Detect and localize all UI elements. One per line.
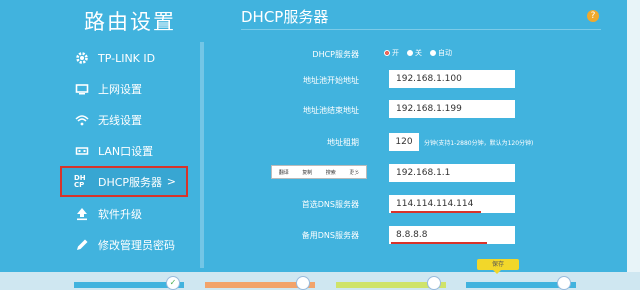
lease-label: 地址租期 (327, 138, 359, 147)
wifi-icon (74, 112, 90, 128)
sidebar-item-dhcp[interactable]: DH CP DHCP服务器 > (60, 166, 188, 197)
lan-icon (74, 143, 90, 159)
ctx-translate[interactable]: 翻译 (272, 169, 296, 176)
main-scrollbar[interactable] (627, 0, 640, 272)
lease-note: 分钟(支持1-2880分钟，默认为120分钟) (424, 140, 534, 147)
dhcp-server-radio-group: 开 关 自动 (384, 48, 460, 58)
pool-end-input[interactable]: 192.168.1.199 (389, 100, 515, 118)
router-settings-window: 路由设置 TP-LINK ID 上网设置 无线设置 LAN口设置 DH CP D… (0, 0, 640, 290)
gear-icon (74, 50, 90, 66)
help-icon[interactable]: ? (587, 10, 599, 22)
sidebar-item-label: TP-LINK ID (98, 51, 156, 65)
radio-label: 自动 (438, 49, 452, 57)
gateway-label: 网关 (343, 168, 359, 177)
radio-label: 开 (392, 49, 399, 57)
chevron-right-icon: > (166, 175, 176, 188)
upload-icon (74, 206, 90, 222)
sidebar-scrollbar[interactable] (200, 42, 204, 268)
sidebar-title: 路由设置 (84, 10, 176, 34)
dhcp-server-label: DHCP服务器 (312, 50, 359, 59)
sidebar-item-label: 上网设置 (98, 83, 142, 96)
radio-auto[interactable]: 自动 (430, 48, 452, 58)
sidebar-item-label: LAN口设置 (98, 145, 154, 158)
sidebar-item-label: 修改管理员密码 (98, 239, 175, 252)
dhcp-panel: DHCP服务器 ? DHCP服务器 开 关 自动 地址池开始地址 192.168… (207, 0, 627, 274)
gateway-input[interactable]: 192.168.1.1 (389, 164, 515, 182)
save-caret-icon (493, 270, 501, 274)
pencil-icon (74, 237, 90, 253)
sidebar: 路由设置 TP-LINK ID 上网设置 无线设置 LAN口设置 DH CP D… (0, 0, 207, 272)
radio-off[interactable]: 关 (407, 48, 422, 58)
annotation-underline (391, 211, 481, 213)
lease-input[interactable]: 120 (389, 133, 419, 151)
secondary-dns-label: 备用DNS服务器 (301, 231, 359, 240)
annotation-underline (391, 242, 487, 244)
save-button[interactable]: 保存 (477, 259, 519, 270)
sidebar-item-label: DHCP服务器 (98, 175, 163, 189)
panel-title: DHCP服务器 (241, 8, 329, 26)
sidebar-item-password[interactable]: 修改管理员密码 (74, 231, 175, 259)
monitor-icon (74, 81, 90, 97)
sidebar-item-tplink-id[interactable]: TP-LINK ID (74, 44, 155, 72)
radio-unchecked-icon (407, 50, 413, 56)
sidebar-item-lan[interactable]: LAN口设置 (74, 137, 153, 165)
title-divider (241, 29, 601, 30)
sidebar-item-firmware[interactable]: 软件升级 (74, 200, 142, 228)
radio-unchecked-icon (430, 50, 436, 56)
sidebar-item-label: 无线设置 (98, 114, 142, 127)
pool-start-input[interactable]: 192.168.1.100 (389, 70, 515, 88)
pool-end-label: 地址池结束地址 (303, 106, 359, 115)
ctx-search[interactable]: 搜索 (319, 169, 343, 176)
radio-label: 关 (415, 49, 422, 57)
sidebar-item-label: 软件升级 (98, 208, 142, 221)
dhcp-icon: DH CP (74, 173, 86, 189)
sidebar-item-internet[interactable]: 上网设置 (74, 75, 142, 103)
pool-start-label: 地址池开始地址 (303, 76, 359, 85)
radio-on[interactable]: 开 (384, 48, 399, 58)
radio-checked-icon (384, 50, 390, 56)
sidebar-item-wireless[interactable]: 无线设置 (74, 106, 142, 134)
primary-dns-label: 首选DNS服务器 (301, 200, 359, 209)
ctx-copy[interactable]: 复制 (296, 169, 320, 176)
